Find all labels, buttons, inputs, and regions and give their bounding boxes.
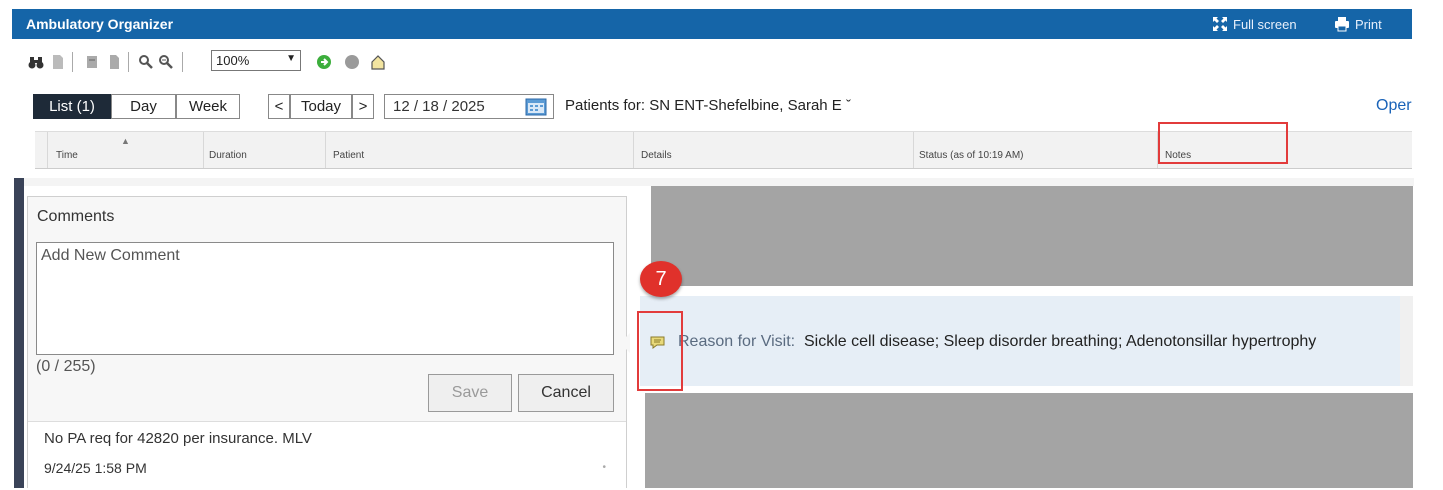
panel-edge [14,178,24,488]
date-value: 12 / 18 / 2025 [393,98,485,115]
notes-column-highlight [1158,122,1288,164]
scroll-indicator: • [602,462,606,473]
copy-icon[interactable] [106,54,122,70]
calendar-icon[interactable] [525,97,547,116]
fullscreen-label: Full screen [1233,17,1297,32]
character-count: (0 / 255) [36,358,96,375]
note-icon-highlight [637,311,683,391]
comments-panel: Comments Add New Comment (0 / 255) Save … [27,196,627,490]
app-header: Ambulatory Organizer Full screen Print [12,9,1412,39]
fullscreen-button[interactable]: Full screen [1212,16,1297,32]
sort-arrow-icon: ▲ [121,136,130,146]
tab-day[interactable]: Day [111,94,176,119]
print-label: Print [1355,17,1382,32]
column-status[interactable]: Status (as of 10:19 AM) [919,150,1024,161]
print-preview-icon[interactable] [84,54,100,70]
printer-icon [1335,17,1349,32]
toolbar-divider [128,52,129,72]
fullscreen-icon [1213,17,1227,31]
step-number-badge: 7 [640,261,682,297]
redacted-region [651,186,1413,286]
toolbar-divider [72,52,73,72]
refresh-icon[interactable] [316,54,332,70]
comment-list-item[interactable]: No PA req for 42820 per insurance. MLV 9… [28,421,626,490]
date-field[interactable]: 12 / 18 / 2025 [384,94,554,119]
column-divider [913,132,914,168]
column-duration[interactable]: Duration [209,150,247,161]
tab-week[interactable]: Week [176,94,240,119]
save-button[interactable]: Save [428,374,512,412]
reason-for-visit-value: Sickle cell disease; Sleep disorder brea… [804,333,1317,350]
tab-list[interactable]: List (1) [33,94,111,119]
binoculars-icon[interactable] [28,54,44,70]
reason-for-visit-label: Reason for Visit: [678,333,796,350]
row-partial [24,178,1414,186]
patients-for-dropdown[interactable]: Patients for: SN ENT-Shefelbine, Sarah E… [565,97,851,114]
print-button[interactable]: Print [1334,16,1382,32]
zoom-out-icon[interactable] [138,54,154,70]
popover-pointer [620,333,630,353]
comment-placeholder: Add New Comment [41,247,180,264]
toolbar-divider [182,52,183,72]
open-link[interactable]: Oper [1376,97,1412,115]
zoom-select[interactable]: 100% ▼ [211,50,301,71]
stop-icon[interactable] [344,54,360,70]
zoom-value: 100% [216,53,250,68]
column-divider [325,132,326,168]
chevron-down-icon: ▼ [286,53,296,64]
row-edge [1400,296,1413,386]
comment-timestamp: 9/24/25 1:58 PM [44,460,147,476]
zoom-in-icon[interactable] [158,54,174,70]
home-icon[interactable] [370,54,386,70]
cancel-button[interactable]: Cancel [518,374,614,412]
comments-title: Comments [37,208,115,225]
comment-textarea[interactable]: Add New Comment [36,242,614,355]
next-button[interactable]: > [352,94,374,119]
column-details[interactable]: Details [641,150,672,161]
column-divider [203,132,204,168]
redacted-region [645,393,1413,488]
app-title: Ambulatory Organizer [26,16,174,32]
comment-text: No PA req for 42820 per insurance. MLV [44,430,312,447]
previous-button[interactable]: < [268,94,290,119]
column-divider [47,132,48,168]
today-button[interactable]: Today [290,94,352,119]
column-divider [633,132,634,168]
column-patient[interactable]: Patient [333,150,364,161]
document-icon[interactable] [50,54,66,70]
column-time[interactable]: Time [56,150,78,161]
